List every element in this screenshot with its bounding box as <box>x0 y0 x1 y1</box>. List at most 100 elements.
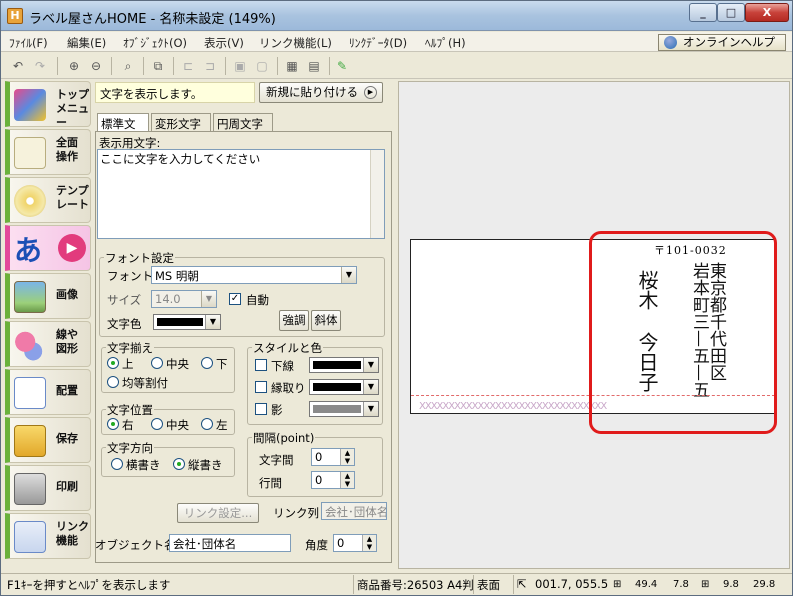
char-spacing-stepper[interactable]: 0 ▲ ▼ <box>311 448 355 466</box>
menu-object[interactable]: ｵﾌﾞｼﾞｪｸﾄ(O) <box>123 35 187 51</box>
vertical-radio[interactable] <box>173 458 185 470</box>
chevron-down-icon: ▼ <box>363 358 378 372</box>
spin-arrows-icon[interactable]: ▲ ▼ <box>340 449 354 465</box>
sidebar: トップ メニュー 全面 操作 テンプ レート あ ▶ 画像 線や 図形 配置 保 <box>5 81 91 569</box>
zoom-fit-icon[interactable]: ⌕ <box>119 57 137 75</box>
status-divider <box>513 575 514 594</box>
tab-deformed[interactable]: 変形文字 <box>151 113 211 131</box>
group-icon[interactable]: ⧉ <box>149 57 167 75</box>
align-bottom-radio[interactable] <box>201 357 213 369</box>
undo-icon[interactable]: ↶ <box>9 57 27 75</box>
minimize-button[interactable]: _ <box>689 3 717 22</box>
size-select[interactable]: 14.0 ▼ <box>151 290 217 308</box>
underline-checkbox[interactable] <box>255 359 267 371</box>
paint-icon[interactable]: ✎ <box>333 57 351 75</box>
spin-arrows-icon[interactable]: ▲ ▼ <box>340 472 354 488</box>
chevron-down-icon: ▼ <box>205 315 220 329</box>
display-text-input[interactable]: ここに文字を入力してください <box>97 149 385 239</box>
sidebar-item-image[interactable]: 画像 <box>5 273 91 319</box>
sidebar-item-label: 全面 操作 <box>56 136 78 163</box>
color-swatch <box>313 361 361 369</box>
font-select[interactable]: MS 明朝 ▼ <box>151 266 357 284</box>
direction-group-label: 文字方向 <box>106 440 154 456</box>
underline-label: 下線 <box>271 359 294 373</box>
panel-hint: 文字を表示します。 <box>95 82 255 103</box>
menu-file[interactable]: ﾌｧｲﾙ(F) <box>9 35 48 51</box>
menu-help[interactable]: ﾍﾙﾌﾟ(H) <box>425 35 466 51</box>
sidebar-item-save[interactable]: 保存 <box>5 417 91 463</box>
line-spacing-value: 0 <box>315 473 323 487</box>
image-icon <box>14 281 46 313</box>
window-title: ラベル屋さんHOME - 名称未設定 (149%) <box>29 12 276 27</box>
grid-icon[interactable]: ▦ <box>283 57 301 75</box>
sidebar-item-top-menu[interactable]: トップ メニュー <box>5 81 91 129</box>
sidebar-item-label: 線や 図形 <box>56 328 78 355</box>
position-group-label: 文字位置 <box>106 402 154 418</box>
paste-new-button[interactable]: 新規に貼り付ける ▶ <box>259 82 383 103</box>
toolbar-separator <box>57 57 58 75</box>
toolbar-separator <box>329 57 330 75</box>
zoom-out-icon[interactable]: ⊖ <box>87 57 105 75</box>
bold-button[interactable]: 強調 <box>279 310 309 331</box>
line-spacing-stepper[interactable]: 0 ▲ ▼ <box>311 471 355 489</box>
link-settings-button[interactable]: リンク設定... <box>177 503 259 523</box>
outline-checkbox[interactable] <box>255 381 267 393</box>
angle-label: 角度 <box>305 538 328 552</box>
spin-arrows-icon[interactable]: ▲ ▼ <box>362 535 376 551</box>
spacing-group-label: 間隔(point) <box>252 430 316 446</box>
text-color-picker[interactable]: ▼ <box>153 314 221 330</box>
object-name-input[interactable]: 会社･団体名 <box>169 534 291 552</box>
sidebar-item-layout[interactable]: 配置 <box>5 369 91 415</box>
zoom-in-icon[interactable]: ⊕ <box>65 57 83 75</box>
align-left-icon[interactable]: ⊏ <box>179 57 197 75</box>
lock-icon[interactable]: ▣ <box>231 57 249 75</box>
position-right-radio[interactable] <box>107 418 119 430</box>
status-width-2: 9.8 <box>723 579 739 590</box>
online-help-button[interactable]: オンラインヘルプ <box>658 34 786 51</box>
menu-link[interactable]: リンク機能(L) <box>259 35 332 51</box>
horizontal-radio[interactable] <box>111 458 123 470</box>
close-button[interactable]: X <box>745 3 789 22</box>
sidebar-item-print[interactable]: 印刷 <box>5 465 91 511</box>
selection-highlight <box>589 231 777 434</box>
color-label: 文字色 <box>107 317 142 331</box>
toolbar-separator <box>173 57 174 75</box>
layout-icon <box>14 377 46 409</box>
horizontal-label: 横書き <box>126 458 161 472</box>
position-center-radio[interactable] <box>151 418 163 430</box>
paste-new-label: 新規に貼り付ける <box>266 85 358 99</box>
shadow-color-picker[interactable]: ▼ <box>309 401 379 417</box>
align-top-label: 上 <box>122 357 134 371</box>
maximize-button[interactable]: □ <box>717 3 745 22</box>
align-top-radio[interactable] <box>107 357 119 369</box>
menu-link-data[interactable]: ﾘﾝｸﾃﾞｰﾀ(D) <box>349 35 407 51</box>
align-even-radio[interactable] <box>107 376 119 388</box>
sidebar-item-shapes[interactable]: 線や 図形 <box>5 321 91 367</box>
position-left-radio[interactable] <box>201 418 213 430</box>
sidebar-item-text[interactable]: あ ▶ <box>5 225 91 271</box>
sidebar-item-link[interactable]: リンク 機能 <box>5 513 91 559</box>
auto-size-checkbox[interactable]: ✓ <box>229 293 241 305</box>
sidebar-item-full-page[interactable]: 全面 操作 <box>5 129 91 175</box>
menu-edit[interactable]: 編集(E) <box>67 35 106 51</box>
unlock-icon[interactable]: ▢ <box>253 57 271 75</box>
tab-standard[interactable]: 標準文字 <box>97 113 149 147</box>
angle-stepper[interactable]: 0 ▲ ▼ <box>333 534 377 552</box>
color-swatch <box>157 318 203 326</box>
sidebar-item-template[interactable]: テンプ レート <box>5 177 91 223</box>
link-column-field[interactable]: 会社･団体名 <box>321 502 387 520</box>
outline-color-picker[interactable]: ▼ <box>309 379 379 395</box>
underline-color-picker[interactable]: ▼ <box>309 357 379 373</box>
menu-view[interactable]: 表示(V) <box>204 35 244 51</box>
italic-button[interactable]: 斜体 <box>311 310 341 331</box>
textarea-scrollbar[interactable] <box>370 150 384 238</box>
menu-bar: ﾌｧｲﾙ(F) 編集(E) ｵﾌﾞｼﾞｪｸﾄ(O) 表示(V) リンク機能(L)… <box>1 32 792 52</box>
tab-circular[interactable]: 円周文字 <box>213 113 273 131</box>
preview-icon[interactable]: ▤ <box>305 57 323 75</box>
status-side: 表面 <box>477 578 500 592</box>
align-right-icon[interactable]: ⊐ <box>201 57 219 75</box>
status-width: 49.4 <box>635 579 658 590</box>
align-middle-radio[interactable] <box>151 357 163 369</box>
shadow-checkbox[interactable] <box>255 403 267 415</box>
redo-icon[interactable]: ↷ <box>31 57 49 75</box>
